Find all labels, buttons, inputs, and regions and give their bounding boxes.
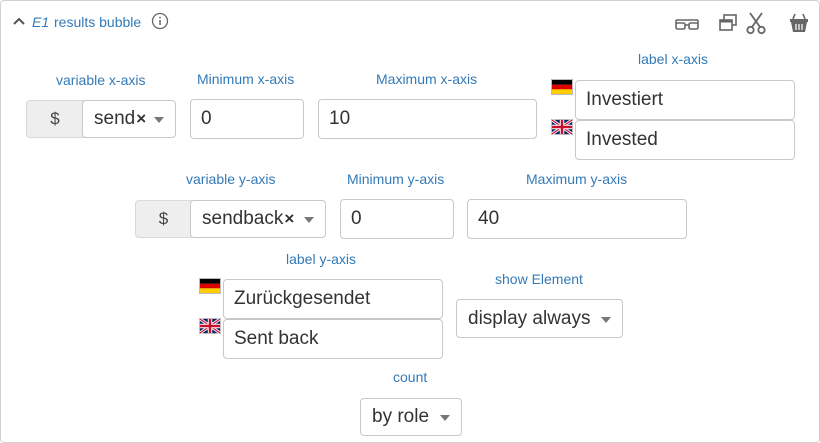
german-flag-icon	[199, 278, 221, 294]
y-variable-prefix: $	[135, 200, 192, 238]
maximum-x-axis-input[interactable]: 10	[318, 99, 537, 139]
label-y-axis-en-input[interactable]: Sent back	[223, 319, 443, 359]
trash-basket-icon[interactable]	[785, 11, 813, 35]
german-flag-icon	[551, 79, 573, 95]
variable-x-axis-label: variable x-axis	[56, 72, 146, 88]
maximum-y-axis-input[interactable]: 40	[467, 199, 687, 239]
x-variable-clear-icon[interactable]: ×	[136, 109, 146, 129]
count-select[interactable]: by role	[360, 398, 462, 436]
info-circle-icon[interactable]	[151, 12, 169, 30]
label-x-axis-heading: label x-axis	[638, 51, 709, 67]
scissors-icon[interactable]	[742, 11, 770, 35]
y-variable-clear-icon[interactable]: ×	[284, 209, 294, 229]
y-variable-select[interactable]: sendback ×	[190, 200, 326, 238]
show-element-value: display always	[468, 307, 591, 329]
label-x-axis-en-input[interactable]: Invested	[575, 120, 795, 160]
count-label: count	[393, 369, 428, 385]
chevron-down-icon	[601, 316, 611, 323]
show-element-label: show Element	[495, 271, 583, 287]
element-panel: E1 results bubble variable x-axis $ send…	[0, 0, 820, 443]
y-variable-value: sendback	[202, 208, 284, 229]
x-variable-prefix: $	[26, 100, 84, 138]
x-variable-select[interactable]: send ×	[82, 100, 176, 138]
element-title: results bubble	[54, 14, 142, 30]
minimum-x-axis-input[interactable]: 0	[190, 99, 304, 139]
minimum-y-axis-label: Minimum y-axis	[347, 171, 445, 187]
label-y-axis-de-input[interactable]: Zurückgesendet	[223, 279, 443, 319]
chevron-down-icon	[154, 117, 164, 123]
label-y-axis-heading: label y-axis	[286, 251, 357, 267]
minimum-x-axis-label: Minimum x-axis	[197, 71, 295, 87]
show-element-select[interactable]: display always	[456, 299, 623, 338]
glasses-icon[interactable]	[673, 11, 701, 35]
uk-flag-icon	[199, 318, 221, 334]
copy-icon[interactable]	[715, 11, 743, 35]
x-variable-value: send	[94, 108, 136, 129]
collapse-chevron-icon[interactable]	[12, 14, 26, 28]
uk-flag-icon	[551, 119, 573, 135]
maximum-y-axis-label: Maximum y-axis	[526, 171, 628, 187]
chevron-down-icon	[440, 415, 450, 421]
element-id: E1	[32, 14, 50, 30]
label-x-axis-de-input[interactable]: Investiert	[575, 80, 795, 120]
maximum-x-axis-label: Maximum x-axis	[376, 71, 478, 87]
minimum-y-axis-input[interactable]: 0	[340, 199, 454, 239]
variable-y-axis-label: variable y-axis	[186, 171, 276, 187]
chevron-down-icon	[304, 217, 314, 223]
count-value: by role	[372, 406, 430, 427]
